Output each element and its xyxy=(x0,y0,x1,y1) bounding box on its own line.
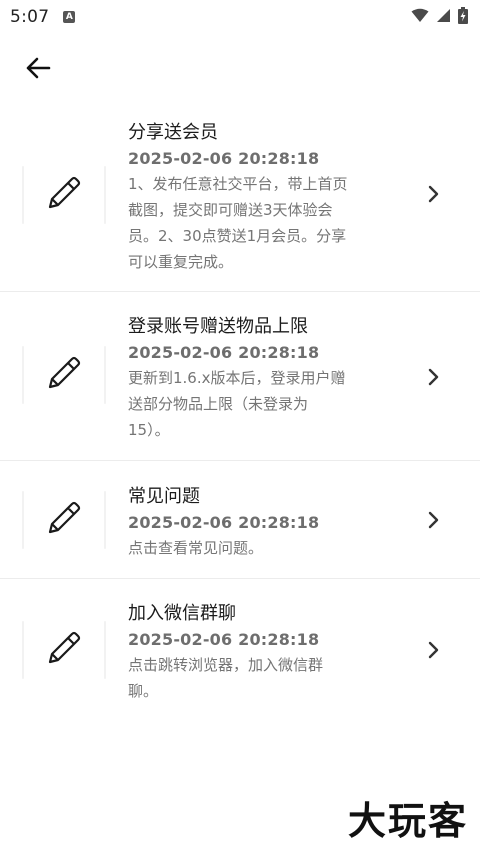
back-button[interactable] xyxy=(16,52,60,88)
notification-badge: A xyxy=(63,11,76,23)
item-date: 2025-02-06 20:28:18 xyxy=(128,630,320,649)
item-title: 登录账号赠送物品上限 xyxy=(128,316,308,337)
list-item-login-gift-limit[interactable]: 登录账号赠送物品上限 2025-02-06 20:28:18 更新到1.6.x版… xyxy=(0,292,480,461)
item-date: 2025-02-06 20:28:18 xyxy=(128,343,320,362)
item-text: 登录账号赠送物品上限 2025-02-06 20:28:18 更新到1.6.x版… xyxy=(128,314,420,443)
status-bar: 5:07 A xyxy=(0,0,480,34)
item-text: 分享送会员 2025-02-06 20:28:18 1、发布任意社交平台，带上首… xyxy=(128,120,420,275)
item-text: 常见问题 2025-02-06 20:28:18 点击查看常见问题。 xyxy=(128,484,420,561)
item-description: 点击跳转浏览器，加入微信群 聊。 xyxy=(128,656,324,700)
pencil-icon xyxy=(44,173,84,217)
item-title: 分享送会员 xyxy=(128,122,218,143)
wifi-icon xyxy=(411,8,429,27)
item-title: 加入微信群聊 xyxy=(128,603,236,624)
item-thumbnail xyxy=(22,615,106,685)
pencil-icon xyxy=(44,498,84,542)
notice-list: 分享送会员 2025-02-06 20:28:18 1、发布任意社交平台，带上首… xyxy=(0,110,480,719)
item-description: 更新到1.6.x版本后，登录用户赠 送部分物品上限（未登录为 15）。 xyxy=(128,369,346,439)
item-description: 1、发布任意社交平台，带上首页 截图，提交即可赠送3天体验会 员。2、30点赞送… xyxy=(128,175,348,271)
item-thumbnail xyxy=(22,340,106,410)
watermark-logo: 大玩客 xyxy=(347,799,468,843)
chevron-right-icon xyxy=(426,640,442,660)
chevron-right-icon xyxy=(426,184,442,204)
item-description: 点击查看常见问题。 xyxy=(128,539,264,557)
chevron-right-icon xyxy=(426,367,442,387)
battery-charging-icon xyxy=(458,6,468,28)
item-text: 加入微信群聊 2025-02-06 20:28:18 点击跳转浏览器，加入微信群… xyxy=(128,601,420,704)
arrow-left-icon xyxy=(25,57,51,83)
item-title: 常见问题 xyxy=(128,486,200,507)
list-item-join-wechat-group[interactable]: 加入微信群聊 2025-02-06 20:28:18 点击跳转浏览器，加入微信群… xyxy=(0,579,480,719)
pencil-icon xyxy=(44,628,84,672)
item-thumbnail xyxy=(22,160,106,230)
status-icons xyxy=(411,6,468,28)
chevron-right-icon xyxy=(426,510,442,530)
pencil-icon xyxy=(44,353,84,397)
item-thumbnail xyxy=(22,485,106,555)
status-time: 5:07 xyxy=(10,7,50,27)
list-item-faq[interactable]: 常见问题 2025-02-06 20:28:18 点击查看常见问题。 xyxy=(0,461,480,579)
item-date: 2025-02-06 20:28:18 xyxy=(128,513,320,532)
item-date: 2025-02-06 20:28:18 xyxy=(128,149,320,168)
list-item-share-membership[interactable]: 分享送会员 2025-02-06 20:28:18 1、发布任意社交平台，带上首… xyxy=(0,110,480,292)
signal-icon xyxy=(436,8,451,27)
